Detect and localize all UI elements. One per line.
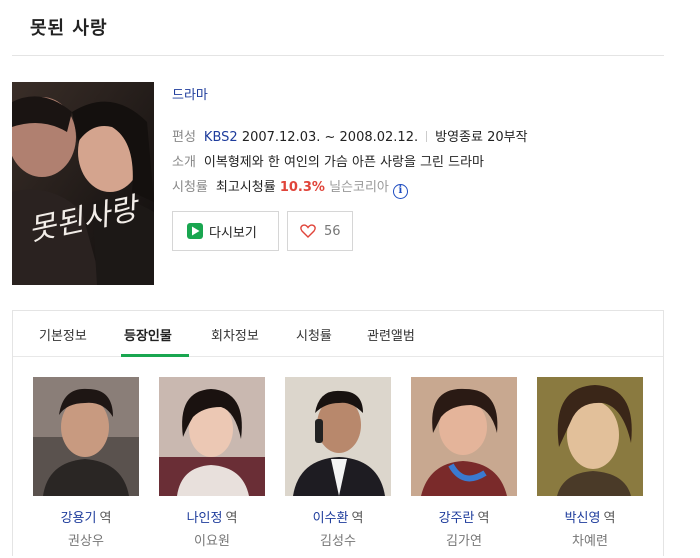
tab-basic-info[interactable]: 기본정보 — [39, 325, 87, 344]
rating-type: 최고시청률 — [215, 180, 276, 195]
cast-photo[interactable] — [411, 377, 517, 496]
cast-photo[interactable] — [33, 377, 139, 496]
page-title: 못된 사랑 — [30, 18, 108, 39]
rewatch-label: 다시보기 — [209, 225, 257, 241]
character-name[interactable]: 박신영 — [565, 511, 601, 526]
poster-image[interactable]: 못된사랑 — [12, 82, 154, 285]
info-icon[interactable]: i — [392, 184, 408, 199]
play-icon — [187, 223, 203, 239]
cast-role: 나인정 역 — [159, 507, 265, 526]
rating-source: 닐슨코리아 — [329, 180, 389, 195]
cast-card[interactable]: 강용기 역 권상우 — [33, 377, 139, 549]
actor-name[interactable]: 권상우 — [33, 530, 139, 549]
cast-card[interactable]: 나인정 역 이요원 — [159, 377, 265, 549]
role-suffix: 역 — [351, 511, 364, 526]
actor-name[interactable]: 김가연 — [411, 530, 517, 549]
broadcast-row: 편성 KBS2 2007.12.03. ~ 2008.02.12. 방영종료 20부… — [172, 126, 528, 145]
character-name[interactable]: 강용기 — [61, 511, 97, 526]
role-suffix: 역 — [603, 511, 616, 526]
broadcast-label: 편성 — [172, 130, 196, 145]
cast-role: 강주란 역 — [411, 507, 517, 526]
rating-row: 시청률 최고시청률 10.3% 닐슨코리아 i — [172, 176, 408, 199]
cast-card[interactable]: 박신영 역 차예련 — [537, 377, 643, 549]
cast-role: 박신영 역 — [537, 507, 643, 526]
cast-photo[interactable] — [285, 377, 391, 496]
tab-ratings[interactable]: 시청률 — [296, 325, 332, 344]
cast-card[interactable]: 강주란 역 김가연 — [411, 377, 517, 549]
cast-photo[interactable] — [537, 377, 643, 496]
heart-icon — [300, 224, 316, 238]
rating-label: 시청률 — [172, 180, 208, 195]
actor-name[interactable]: 이요원 — [159, 530, 265, 549]
broadcast-status: 방영종료 20부작 — [435, 130, 528, 145]
divider — [426, 131, 428, 142]
actor-name[interactable]: 차예련 — [537, 530, 643, 549]
page-header: 못된 사랑 — [12, 0, 664, 56]
cast-role: 강용기 역 — [33, 507, 139, 526]
actor-name[interactable]: 김성수 — [285, 530, 391, 549]
summary-row: 소개 이복형제와 한 여인의 가슴 아픈 사랑을 그린 드라마 — [172, 151, 484, 170]
like-button[interactable]: 56 — [287, 211, 353, 251]
broadcast-period: 2007.12.03. ~ 2008.02.12. — [241, 130, 419, 145]
genre-link[interactable]: 드라마 — [172, 84, 208, 103]
like-count: 56 — [324, 223, 341, 239]
summary-text: 이복형제와 한 여인의 가슴 아픈 사랑을 그린 드라마 — [203, 155, 485, 170]
rewatch-button[interactable]: 다시보기 — [172, 211, 279, 251]
tab-albums[interactable]: 관련앨범 — [367, 325, 415, 344]
character-name[interactable]: 강주란 — [439, 511, 475, 526]
character-name[interactable]: 나인정 — [187, 511, 223, 526]
cast-card[interactable]: 이수환 역 김성수 — [285, 377, 391, 549]
tab-cast[interactable]: 등장인물 — [124, 325, 172, 344]
cast-role: 이수환 역 — [285, 507, 391, 526]
tab-episodes[interactable]: 회차정보 — [211, 325, 259, 344]
network-link[interactable]: KBS2 — [204, 130, 238, 145]
role-suffix: 역 — [477, 511, 490, 526]
role-suffix: 역 — [225, 511, 238, 526]
active-tab-indicator — [121, 354, 189, 357]
summary-label: 소개 — [172, 155, 196, 170]
cast-photo[interactable] — [159, 377, 265, 496]
role-suffix: 역 — [99, 511, 112, 526]
tab-bar: 기본정보 등장인물 회차정보 시청률 관련앨범 — [13, 311, 663, 357]
rating-value: 10.3% — [279, 180, 325, 195]
character-name[interactable]: 이수환 — [313, 511, 349, 526]
